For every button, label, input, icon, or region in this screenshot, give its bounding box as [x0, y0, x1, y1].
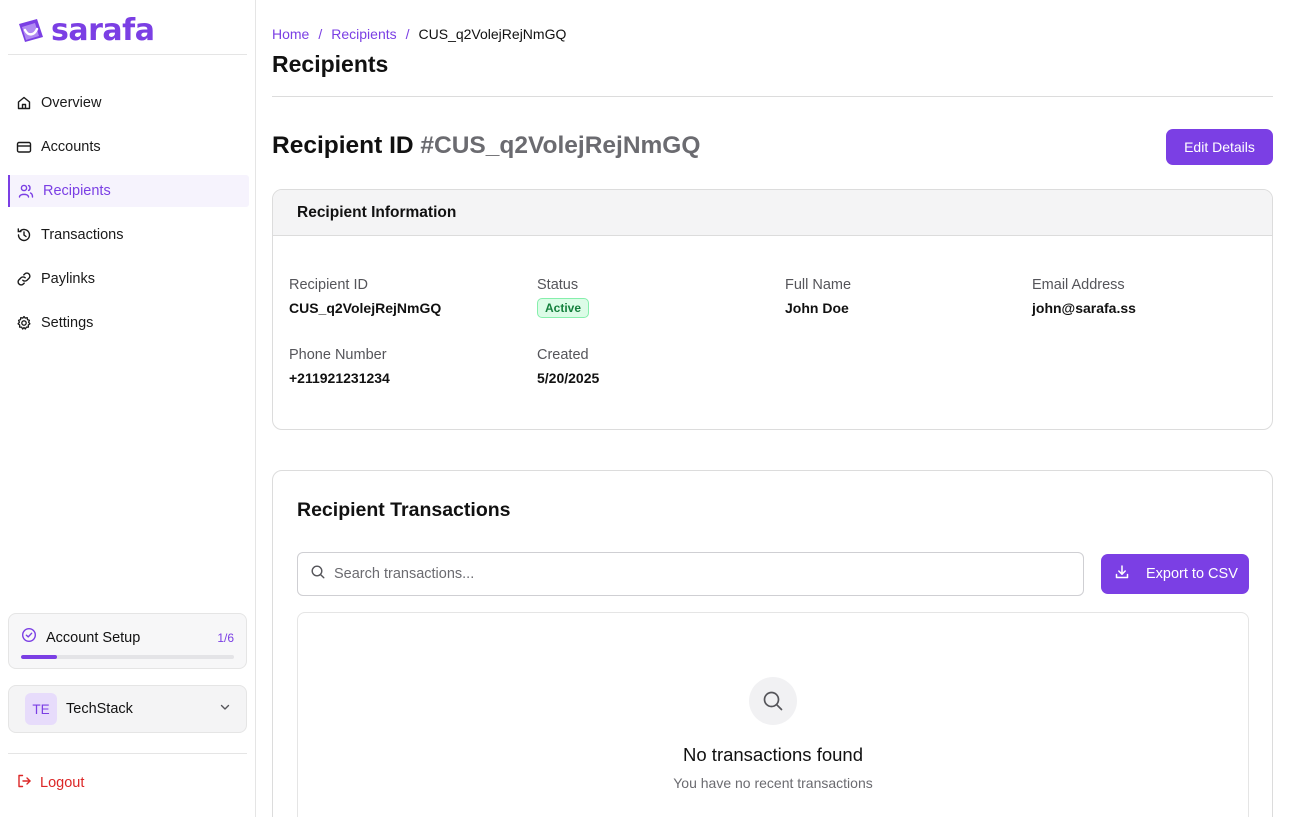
- search-field[interactable]: [297, 552, 1084, 596]
- breadcrumb: Home / Recipients / CUS_q2VolejRejNmGQ: [272, 26, 566, 42]
- sidebar-nav: Overview Accounts Recipients Transaction…: [8, 81, 249, 345]
- export-csv-button[interactable]: Export to CSV: [1101, 554, 1249, 594]
- field-status: Status Active: [537, 277, 590, 318]
- chevron-down-icon: [218, 700, 232, 719]
- field-value: John Doe: [785, 300, 849, 316]
- sidebar: sarafa Overview Accounts Recipients Tran…: [0, 0, 256, 817]
- field-label: Phone Number: [289, 347, 387, 363]
- sidebar-item-transactions[interactable]: Transactions: [8, 213, 247, 257]
- field-value: CUS_q2VolejRejNmGQ: [289, 300, 442, 316]
- sidebar-item-paylinks[interactable]: Paylinks: [8, 257, 247, 301]
- sidebar-item-label: Overview: [41, 95, 102, 111]
- field-created: Created 5/20/2025: [537, 347, 599, 386]
- empty-state-subtitle: You have no recent transactions: [673, 775, 873, 791]
- check-circle-icon: [21, 627, 37, 648]
- history-icon: [16, 227, 32, 243]
- recipient-transactions-card: Recipient Transactions Export to CSV No …: [272, 470, 1273, 817]
- field-label: Full Name: [785, 277, 852, 293]
- sidebar-item-overview[interactable]: Overview: [8, 81, 247, 125]
- field-full-name: Full Name John Doe: [785, 277, 851, 316]
- sidebar-item-label: Transactions: [41, 227, 124, 243]
- sarafa-logo-icon: [19, 19, 43, 42]
- search-icon: [310, 564, 326, 585]
- account-setup-title: Account Setup: [46, 629, 141, 646]
- logout-icon: [16, 773, 32, 793]
- field-label: Email Address: [1032, 277, 1125, 293]
- sidebar-item-label: Recipients: [43, 183, 111, 199]
- sidebar-item-settings[interactable]: Settings: [8, 301, 247, 345]
- field-phone: Phone Number +211921231234: [289, 347, 390, 386]
- account-setup-progress: [21, 655, 234, 659]
- recipient-heading-prefix: Recipient ID: [272, 132, 414, 159]
- logout-label: Logout: [40, 775, 85, 791]
- field-label: Status: [537, 277, 579, 293]
- recipient-information-card: Recipient Information Recipient ID CUS_q…: [272, 189, 1273, 430]
- empty-state-title: No transactions found: [683, 744, 863, 765]
- field-value: +211921231234: [289, 370, 390, 386]
- logout-button[interactable]: Logout: [16, 771, 84, 795]
- recipient-information-title: Recipient Information: [273, 190, 1272, 236]
- page-title: Recipients: [272, 51, 389, 77]
- org-name: TechStack: [66, 701, 133, 717]
- breadcrumb-separator: /: [318, 26, 323, 42]
- home-icon: [16, 95, 32, 111]
- edit-details-button[interactable]: Edit Details: [1166, 129, 1273, 165]
- breadcrumb-separator: /: [405, 26, 410, 42]
- field-label: Recipient ID: [289, 277, 368, 293]
- credit-card-icon: [16, 139, 32, 155]
- breadcrumb-recipients[interactable]: Recipients: [331, 26, 396, 42]
- field-label: Created: [537, 347, 589, 363]
- gear-icon: [16, 315, 32, 331]
- sidebar-item-accounts[interactable]: Accounts: [8, 125, 247, 169]
- field-email: Email Address john@sarafa.ss: [1032, 277, 1136, 316]
- empty-state: No transactions found You have no recent…: [297, 612, 1249, 817]
- sidebar-divider: [8, 54, 247, 55]
- users-icon: [18, 183, 34, 199]
- recipient-transactions-title: Recipient Transactions: [297, 499, 511, 521]
- sidebar-item-label: Settings: [41, 315, 94, 331]
- export-csv-label: Export to CSV: [1146, 566, 1238, 582]
- org-switcher[interactable]: TE TechStack: [8, 685, 247, 733]
- field-recipient-id: Recipient ID CUS_q2VolejRejNmGQ: [289, 277, 441, 316]
- sidebar-item-label: Accounts: [41, 139, 101, 155]
- recipient-heading-id: #CUS_q2VolejRejNmGQ: [420, 132, 701, 159]
- org-avatar: TE: [25, 693, 57, 725]
- breadcrumb-home[interactable]: Home: [272, 26, 309, 42]
- status-badge: Active: [537, 298, 590, 318]
- field-value: john@sarafa.ss: [1032, 300, 1136, 316]
- search-input[interactable]: [334, 566, 1054, 582]
- title-divider: [272, 96, 1273, 97]
- sidebar-item-label: Paylinks: [41, 271, 95, 287]
- account-setup-card[interactable]: Account Setup 1/6: [8, 613, 247, 669]
- sidebar-item-recipients[interactable]: Recipients: [8, 169, 249, 213]
- empty-search-icon: [749, 677, 797, 725]
- sarafa-logo[interactable]: sarafa: [16, 13, 155, 48]
- breadcrumb-current: CUS_q2VolejRejNmGQ: [418, 26, 567, 42]
- account-setup-progress-fill: [21, 655, 57, 659]
- download-icon: [1114, 564, 1130, 584]
- sidebar-divider-bottom: [8, 753, 247, 754]
- account-setup-count: 1/6: [217, 630, 234, 645]
- brand-name: sarafa: [51, 13, 155, 48]
- field-value: 5/20/2025: [537, 370, 600, 386]
- recipient-heading: Recipient ID #CUS_q2VolejRejNmGQ: [272, 132, 700, 160]
- link-icon: [16, 271, 32, 287]
